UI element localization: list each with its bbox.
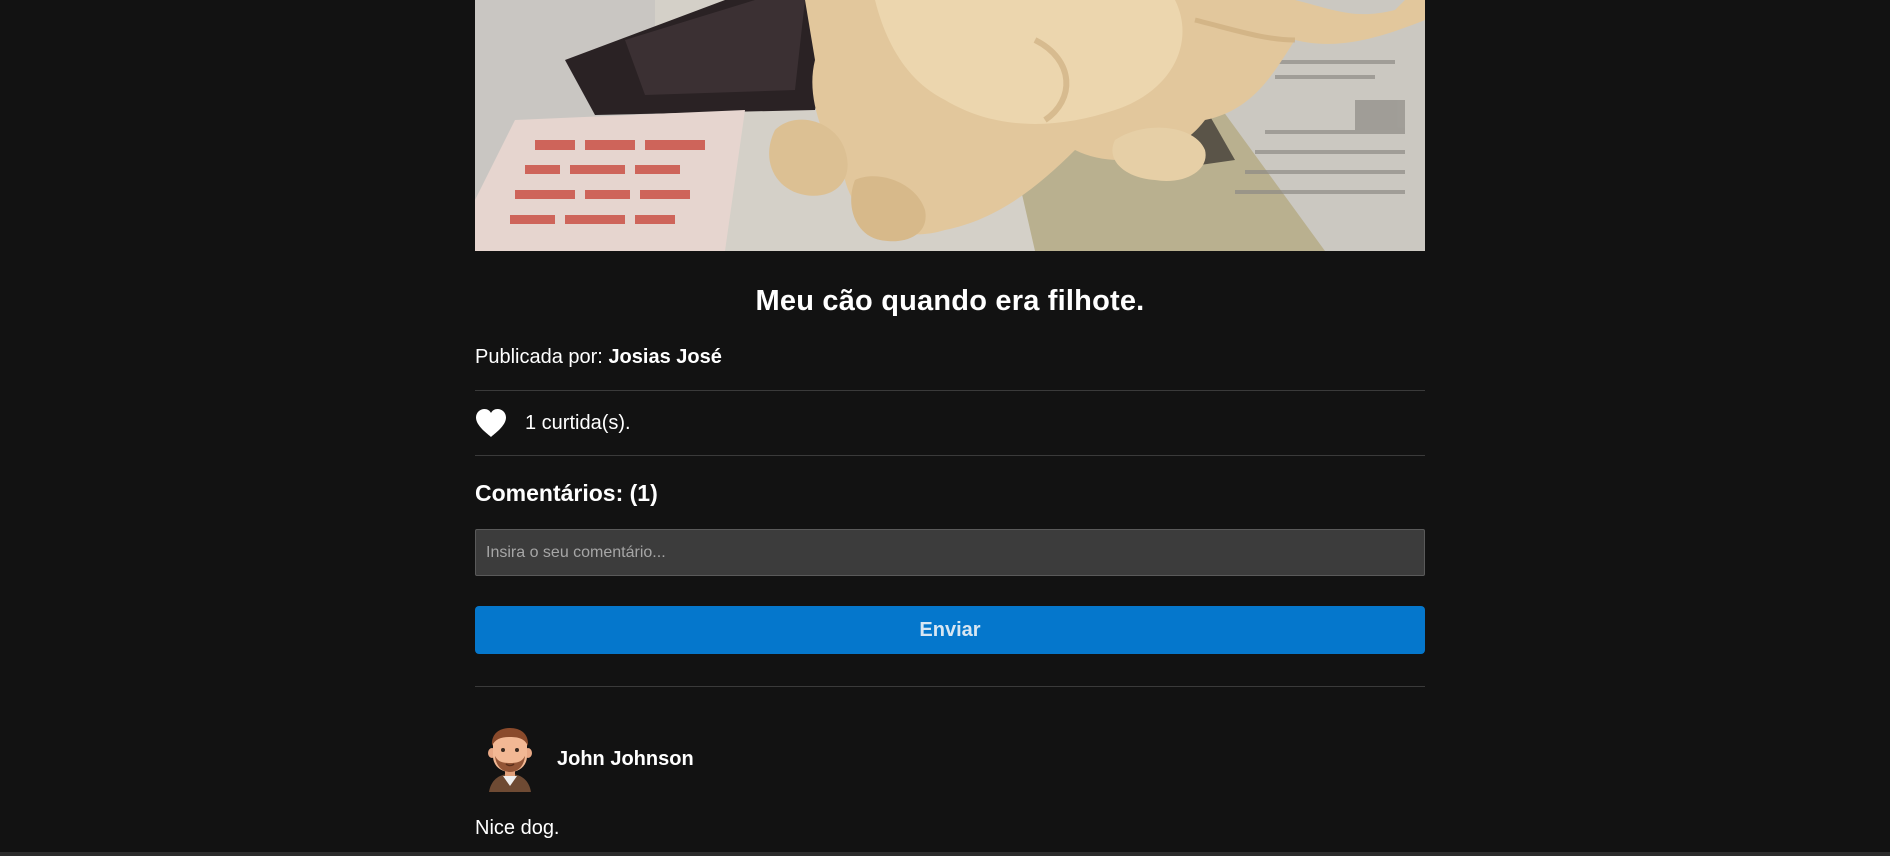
post-publisher: Publicada por: Josias José xyxy=(475,345,1425,369)
send-comment-button[interactable]: Enviar xyxy=(475,606,1425,654)
comment-input[interactable] xyxy=(475,529,1425,576)
divider xyxy=(475,686,1425,687)
man-avatar-icon xyxy=(488,728,532,792)
post-title: Meu cão quando era filhote. xyxy=(755,285,1145,317)
puppy-photo xyxy=(475,0,1425,251)
comment-header: John Johnson xyxy=(475,726,1425,792)
like-button[interactable] xyxy=(475,408,507,438)
comment-author: John Johnson xyxy=(557,748,694,770)
post-author: Josias José xyxy=(608,346,722,368)
comments-title: Comentários: (1) xyxy=(475,480,658,506)
likes-row: 1 curtida(s). xyxy=(475,391,1425,455)
heart-icon[interactable] xyxy=(475,408,507,438)
likes-count: 1 curtida(s). xyxy=(525,411,631,434)
divider xyxy=(475,455,1425,456)
bottom-border xyxy=(0,852,1890,856)
comment-text: Nice dog. xyxy=(475,817,560,839)
page: Meu cão quando era filhote. Publicada po… xyxy=(0,0,1890,856)
post-photo xyxy=(475,0,1425,251)
comment-item: John Johnson Nice dog. xyxy=(475,726,1425,840)
post-card: Meu cão quando era filhote. Publicada po… xyxy=(475,0,1425,840)
published-by-label: Publicada por: xyxy=(475,346,603,368)
